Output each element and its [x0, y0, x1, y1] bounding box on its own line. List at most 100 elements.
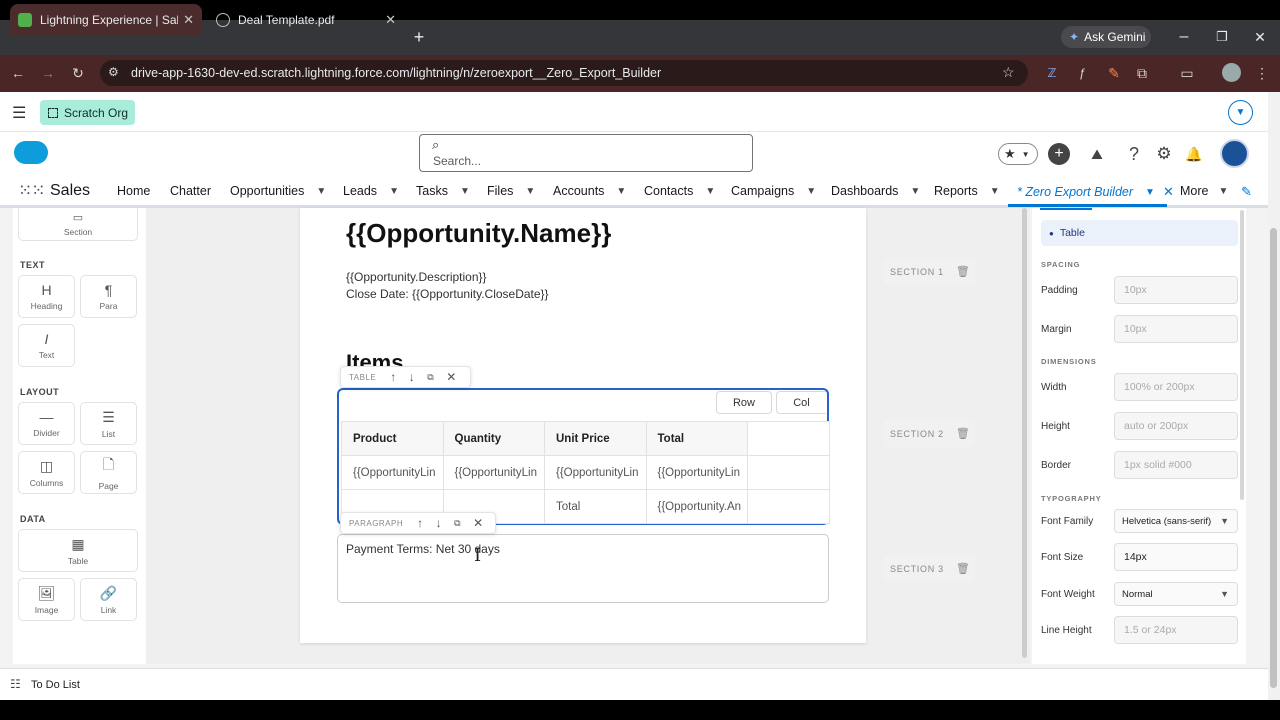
chevron-down-icon[interactable]: ▼: [1145, 187, 1155, 198]
move-down-icon[interactable]: ↓: [436, 516, 443, 530]
palette-section-tile[interactable]: ▭ Section: [18, 208, 138, 241]
palette-columns-tile[interactable]: ◫ Columns: [18, 451, 75, 494]
palette-heading-tile[interactable]: H Heading: [18, 275, 75, 318]
width-input[interactable]: 100% or 200px: [1114, 373, 1238, 401]
section-chip-3[interactable]: SECTION 3 🗑: [884, 555, 975, 582]
table-header-cell[interactable]: Total: [645, 421, 748, 456]
scratch-org-badge[interactable]: Scratch Org: [40, 100, 135, 125]
user-avatar[interactable]: [1220, 139, 1249, 168]
chrome-menu-icon[interactable]: ⋮: [1250, 61, 1274, 85]
nav-item-zero-export-builder[interactable]: * Zero Export Builder ▼ ✕: [1017, 184, 1174, 200]
palette-list-tile[interactable]: ☰ List: [80, 402, 137, 445]
favorites-button[interactable]: ★ ▼: [998, 143, 1038, 165]
back-icon[interactable]: ←: [6, 61, 30, 85]
profile-avatar[interactable]: [1222, 63, 1241, 82]
border-input[interactable]: 1px solid #000: [1114, 451, 1238, 479]
padding-input[interactable]: 10px: [1114, 276, 1238, 304]
global-search-input[interactable]: ⌕ Search...: [419, 134, 753, 172]
close-tab-icon[interactable]: ✕: [1163, 184, 1174, 200]
height-input[interactable]: auto or 200px: [1114, 412, 1238, 440]
trash-icon[interactable]: 🗑: [956, 427, 971, 440]
table-header-cell[interactable]: Quantity: [442, 421, 545, 456]
table-cell[interactable]: {{OpportunityLin: [544, 455, 647, 490]
org-dropdown-button[interactable]: ▼: [1228, 100, 1253, 125]
table-header-cell[interactable]: Unit Price: [544, 421, 647, 456]
nav-item-chatter[interactable]: Chatter: [170, 184, 211, 198]
app-launcher-icon[interactable]: ⁙⁙: [18, 181, 45, 201]
palette-link-tile[interactable]: 🔗 Link: [80, 578, 137, 621]
nav-item-more[interactable]: More ▼: [1180, 184, 1228, 198]
close-tab-icon[interactable]: ✕: [183, 12, 194, 28]
table-cell[interactable]: {{Opportunity.An: [645, 489, 748, 524]
add-col-button[interactable]: Col: [776, 391, 826, 414]
palette-page-tile[interactable]: 🗋 Page: [80, 451, 137, 494]
chevron-down-icon[interactable]: ▼: [705, 186, 715, 197]
move-down-icon[interactable]: ↓: [409, 370, 416, 384]
reload-icon[interactable]: ↻: [66, 61, 90, 85]
nav-item-leads[interactable]: Leads ▼: [343, 184, 399, 198]
document-description[interactable]: {{Opportunity.Description}}: [346, 270, 487, 284]
pencil-extension-icon[interactable]: ✎: [1102, 61, 1126, 85]
chevron-down-icon[interactable]: ▼: [525, 186, 535, 197]
section-chip-2[interactable]: SECTION 2 🗑: [884, 420, 975, 447]
chevron-down-icon[interactable]: ▼: [316, 186, 326, 197]
table-cell[interactable]: {{OpportunityLin: [645, 455, 748, 490]
nav-item-tasks[interactable]: Tasks ▼: [416, 184, 470, 198]
move-up-icon[interactable]: ↑: [390, 370, 397, 384]
close-icon[interactable]: ✕: [446, 370, 457, 384]
close-icon[interactable]: ✕: [473, 516, 484, 530]
global-actions-icon[interactable]: +: [1048, 143, 1070, 165]
font-weight-select[interactable]: Normal ▼: [1114, 582, 1238, 606]
document-title[interactable]: {{Opportunity.Name}}: [346, 218, 611, 249]
help-icon[interactable]: ?: [1123, 143, 1145, 165]
extensions-puzzle-icon[interactable]: ⧉: [1130, 61, 1154, 85]
chevron-down-icon[interactable]: ▼: [806, 186, 816, 197]
line-height-input[interactable]: 1.5 or 24px: [1114, 616, 1238, 644]
cast-icon[interactable]: ▭: [1175, 61, 1199, 85]
todo-list-button[interactable]: To Do List: [31, 679, 80, 691]
table-header-cell[interactable]: Product: [341, 421, 444, 456]
forward-icon[interactable]: →: [36, 61, 60, 85]
new-tab-button[interactable]: +: [408, 26, 430, 48]
translate-extension-icon[interactable]: ℤ: [1040, 61, 1064, 85]
panel-scrollbar[interactable]: [1240, 210, 1244, 500]
nav-item-contacts[interactable]: Contacts ▼: [644, 184, 715, 198]
close-tab-icon[interactable]: ✕: [385, 12, 396, 28]
section-chip-1[interactable]: SECTION 1 🗑: [884, 258, 975, 285]
notifications-bell-icon[interactable]: 🔔: [1183, 143, 1205, 165]
minimize-window-button[interactable]: –: [1172, 26, 1196, 48]
nav-item-accounts[interactable]: Accounts ▼: [553, 184, 626, 198]
formula-extension-icon[interactable]: ƒ: [1070, 61, 1094, 85]
site-info-icon[interactable]: ⚙: [108, 65, 119, 79]
chevron-down-icon[interactable]: ▼: [460, 186, 470, 197]
restore-window-button[interactable]: ❐: [1210, 26, 1234, 48]
palette-divider-tile[interactable]: — Divider: [18, 402, 75, 445]
trailhead-icon[interactable]: ⛰: [1086, 143, 1108, 165]
move-up-icon[interactable]: ↑: [417, 516, 424, 530]
palette-image-tile[interactable]: 🖼 Image: [18, 578, 75, 621]
document-close-date[interactable]: Close Date: {{Opportunity.CloseDate}}: [346, 287, 549, 301]
setup-gear-icon[interactable]: ⚙: [1153, 143, 1175, 165]
chevron-down-icon[interactable]: ▼: [990, 186, 1000, 197]
table-cell[interactable]: {{OpportunityLin: [341, 455, 444, 490]
nav-item-campaigns[interactable]: Campaigns ▼: [731, 184, 816, 198]
table-cell[interactable]: Total: [544, 489, 647, 524]
palette-para-tile[interactable]: ¶ Para: [80, 275, 137, 318]
edit-nav-pencil-icon[interactable]: ✎: [1241, 184, 1252, 200]
chevron-down-icon[interactable]: ▼: [616, 186, 626, 197]
todo-list-icon[interactable]: ☷: [10, 677, 21, 691]
bookmark-star-icon[interactable]: ☆: [1002, 64, 1015, 81]
duplicate-icon[interactable]: ⧉: [427, 372, 434, 383]
trash-icon[interactable]: 🗑: [956, 562, 971, 575]
margin-input[interactable]: 10px: [1114, 315, 1238, 343]
trash-icon[interactable]: 🗑: [956, 265, 971, 278]
nav-item-home[interactable]: Home: [117, 184, 150, 198]
font-family-select[interactable]: Helvetica (sans-serif) ▼: [1114, 509, 1238, 533]
page-scrollbar-thumb[interactable]: [1270, 228, 1277, 688]
palette-text-tile[interactable]: I Text: [18, 324, 75, 367]
duplicate-icon[interactable]: ⧉: [454, 518, 461, 529]
tab-salesforce[interactable]: Lightning Experience | Salesforce ✕: [10, 4, 202, 35]
nav-item-reports[interactable]: Reports ▼: [934, 184, 1000, 198]
ask-gemini-button[interactable]: ✦ Ask Gemini: [1061, 26, 1151, 48]
nav-item-opportunities[interactable]: Opportunities ▼: [230, 184, 326, 198]
